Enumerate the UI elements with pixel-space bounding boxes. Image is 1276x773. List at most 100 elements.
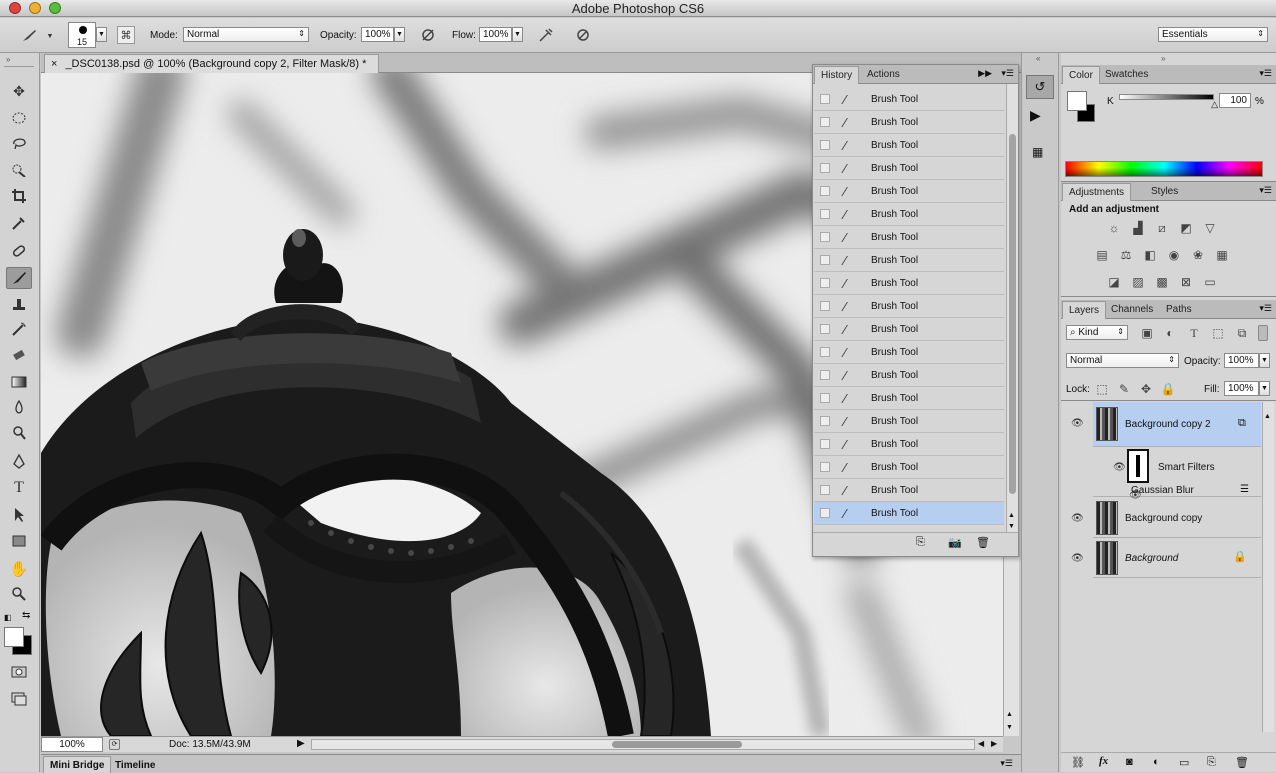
history-item[interactable]: ⁄ Brush Tool (814, 502, 1004, 525)
history-snapshot-checkbox[interactable] (820, 462, 830, 472)
lock-transparency-icon[interactable]: ⬚ (1094, 382, 1110, 396)
filter-blending-options-icon[interactable]: ☰ (1240, 484, 1249, 495)
brush-panel-toggle-icon[interactable]: ⌘ (117, 26, 135, 44)
add-layer-mask-icon[interactable]: ◙ (1126, 756, 1133, 768)
collapse-panel-icon[interactable]: ▶▶ (978, 68, 992, 79)
tab-timeline[interactable]: Timeline (108, 756, 162, 773)
history-item[interactable]: ⁄ Brush Tool (814, 180, 1004, 203)
scroll-up-icon[interactable]: ▲ (1006, 711, 1013, 718)
opacity-dropdown[interactable]: ▼ (394, 27, 405, 42)
new-layer-icon[interactable]: ⎘ (1207, 756, 1216, 769)
history-snapshot-checkbox[interactable] (820, 117, 830, 127)
history-snapshot-checkbox[interactable] (820, 347, 830, 357)
history-snapshot-checkbox[interactable] (820, 278, 830, 288)
hue-saturation-icon[interactable]: ▤ (1094, 248, 1110, 262)
canvas-horizontal-scrollbar[interactable] (311, 739, 975, 750)
history-snapshot-checkbox[interactable] (820, 485, 830, 495)
collapse-right-panels-icon[interactable]: » (1161, 54, 1165, 63)
tab-paths[interactable]: Paths (1160, 301, 1198, 319)
chevron-down-icon[interactable]: ▼ (45, 29, 55, 43)
invert-icon[interactable]: ◪ (1106, 275, 1122, 289)
layer-filter-kind[interactable]: ⌕ Kind ⇕ (1066, 325, 1128, 340)
filter-smart-object-icon[interactable]: ⧉ (1234, 326, 1250, 340)
pressure-opacity-icon[interactable] (419, 26, 437, 44)
lock-image-icon[interactable]: ✎ (1116, 382, 1132, 396)
zoom-level-input[interactable]: 100% (41, 737, 103, 752)
pen-tool-icon[interactable] (6, 451, 32, 473)
properties-panel-icon[interactable]: ▦ (1032, 145, 1043, 159)
filter-type-icon[interactable]: T (1186, 326, 1202, 340)
selective-color-icon[interactable]: ⊠ (1178, 275, 1194, 289)
exposure-icon[interactable]: ◩ (1178, 221, 1194, 235)
scroll-right-icon[interactable]: ▶ (991, 739, 997, 748)
layers-scroll-up-icon[interactable]: ▲ (1264, 413, 1271, 420)
history-item[interactable]: ⁄ Brush Tool (814, 364, 1004, 387)
tab-channels[interactable]: Channels (1105, 301, 1159, 319)
threshold-icon[interactable]: ▩ (1154, 275, 1170, 289)
visibility-eye-icon[interactable]: 👁 (1071, 553, 1084, 564)
layers-menu-icon[interactable]: ▾☰ (1259, 303, 1272, 314)
k-slider[interactable]: △ (1119, 94, 1218, 109)
history-scroll-thumb[interactable] (1009, 134, 1016, 494)
default-colors-icon[interactable]: ◧ (4, 613, 14, 622)
curves-icon[interactable]: ⧄ (1154, 221, 1170, 235)
history-item[interactable]: ⁄ Brush Tool (814, 295, 1004, 318)
opacity-input[interactable]: 100% (361, 27, 394, 42)
brush-preset-dropdown[interactable]: ▼ (96, 27, 107, 42)
tab-layers[interactable]: Layers (1062, 301, 1107, 319)
visibility-eye-icon[interactable]: 👁 (1071, 513, 1084, 524)
history-scrollbar[interactable]: ▲ ▼ (1006, 84, 1018, 532)
delete-layer-icon[interactable]: 🗑 (1235, 756, 1249, 769)
black-white-icon[interactable]: ◧ (1142, 248, 1158, 262)
screen-mode-icon[interactable] (6, 688, 32, 710)
flow-dropdown[interactable]: ▼ (512, 27, 523, 42)
history-snapshot-checkbox[interactable] (820, 255, 830, 265)
swap-colors-icon[interactable]: ⇆ (22, 610, 30, 621)
collapse-toolbar-icon[interactable]: » (6, 55, 10, 64)
airbrush-icon[interactable] (537, 26, 555, 44)
status-menu-arrow-icon[interactable]: ▶ (297, 738, 305, 749)
history-snapshot-checkbox[interactable] (820, 301, 830, 311)
history-item[interactable]: ⁄ Brush Tool (814, 272, 1004, 295)
history-snapshot-checkbox[interactable] (820, 416, 830, 426)
new-group-icon[interactable]: ▭ (1179, 756, 1189, 769)
history-item[interactable]: ⁄ Brush Tool (814, 88, 1004, 111)
mode-select[interactable]: Normal ⇕ (183, 27, 309, 42)
layers-scrollbar[interactable]: ▲ (1262, 402, 1274, 732)
gradient-map-icon[interactable]: ▭ (1202, 275, 1218, 289)
history-menu-icon[interactable]: ▾☰ (1001, 68, 1014, 79)
close-document-icon[interactable]: × (51, 58, 57, 70)
layer-row-background-copy-2[interactable]: Background copy 2 ⧉ (1093, 402, 1261, 447)
layer-blend-mode-select[interactable]: Normal ⇕ (1066, 353, 1179, 368)
filter-toggle[interactable] (1258, 325, 1268, 341)
photo-filter-icon[interactable]: ◉ (1166, 248, 1182, 262)
history-snapshot-checkbox[interactable] (820, 439, 830, 449)
camera-icon[interactable]: 📷 (948, 536, 962, 549)
export-icon[interactable]: ⟳ (109, 739, 120, 750)
visibility-eye-icon[interactable]: 👁 (1071, 418, 1084, 429)
history-brush-tool-icon[interactable] (6, 318, 32, 340)
dodge-tool-icon[interactable] (6, 422, 32, 444)
history-snapshot-checkbox[interactable] (820, 393, 830, 403)
history-item[interactable]: ⁄ Brush Tool (814, 157, 1004, 180)
k-value-input[interactable]: 100 (1219, 93, 1251, 108)
tab-mini-bridge[interactable]: Mini Bridge (43, 756, 112, 773)
smart-filters-eye-icon[interactable]: 👁 (1113, 462, 1126, 473)
posterize-icon[interactable]: ▨ (1130, 275, 1146, 289)
history-item[interactable]: ⁄ Brush Tool (814, 410, 1004, 433)
new-document-from-state-icon[interactable]: ⎘ (916, 536, 925, 549)
crop-tool-icon[interactable] (6, 185, 32, 207)
scroll-left-icon[interactable]: ◀ (978, 739, 984, 748)
lasso-tool-icon[interactable] (6, 132, 32, 154)
zoom-tool-icon[interactable] (6, 583, 32, 605)
fill-dropdown[interactable]: ▼ (1259, 381, 1270, 396)
link-layers-icon[interactable]: ⛓ (1071, 756, 1085, 769)
scroll-down-icon[interactable]: ▼ (1006, 724, 1013, 731)
history-snapshot-checkbox[interactable] (820, 209, 830, 219)
move-tool-icon[interactable]: ✥ (6, 80, 32, 102)
lock-all-icon[interactable]: 🔒 (1160, 382, 1176, 396)
history-item[interactable]: ⁄ Brush Tool (814, 226, 1004, 249)
hand-tool-icon[interactable]: ✋ (6, 558, 32, 580)
layer-opacity-dropdown[interactable]: ▼ (1259, 353, 1270, 368)
color-fg-swatch[interactable] (1067, 91, 1087, 111)
